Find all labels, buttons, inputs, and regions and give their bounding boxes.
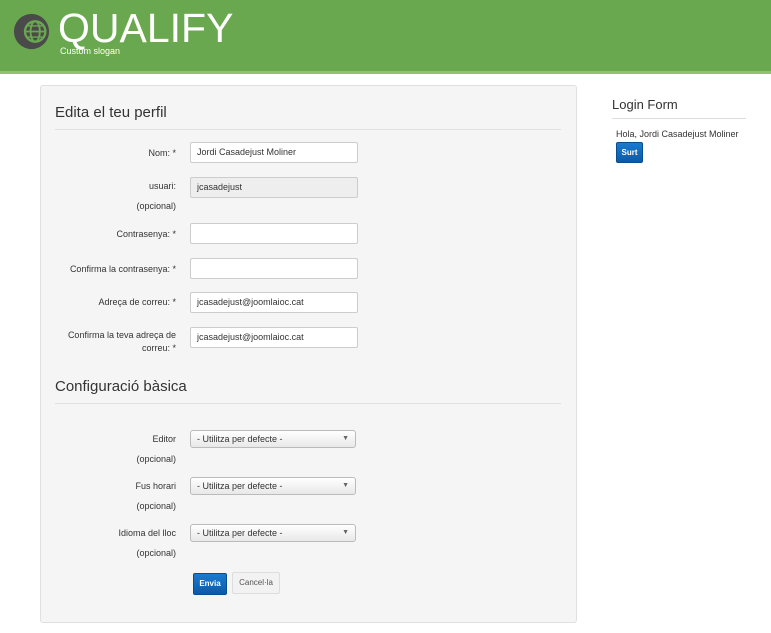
login-greeting: Hola, Jordi Casadejust Moliner bbox=[616, 129, 739, 139]
email-field[interactable]: jcasadejust@joomlaioc.cat bbox=[190, 292, 358, 313]
chevron-down-icon: ▼ bbox=[342, 435, 349, 442]
language-select-value: - Utilitza per defecte - bbox=[197, 528, 283, 538]
cancel-button[interactable]: Cancel·la bbox=[232, 572, 280, 594]
timezone-label-text: Fus horari bbox=[135, 481, 176, 491]
globe-icon[interactable] bbox=[13, 13, 50, 50]
site-header: QUALIFY Custom slogan bbox=[0, 0, 771, 74]
timezone-label: Fus horari (opcional) bbox=[135, 477, 176, 515]
password-label: Contrasenya: * bbox=[116, 229, 176, 239]
timezone-select-value: - Utilitza per defecte - bbox=[197, 481, 283, 491]
password-confirm-field[interactable] bbox=[190, 258, 358, 279]
profile-form-panel: Edita el teu perfil Nom: * Jordi Casadej… bbox=[40, 85, 577, 623]
language-optional-text: (opcional) bbox=[136, 548, 176, 558]
password-confirm-label: Confirma la contrasenya: * bbox=[69, 264, 176, 274]
chevron-down-icon: ▼ bbox=[342, 529, 349, 536]
profile-section-title: Edita el teu perfil bbox=[55, 104, 561, 130]
email-confirm-label-line1: Confirma la teva adreça de bbox=[67, 330, 176, 340]
name-label: Nom: * bbox=[148, 148, 176, 158]
site-logo-text[interactable]: QUALIFY bbox=[58, 4, 233, 52]
timezone-select[interactable]: - Utilitza per defecte - ▼ bbox=[190, 477, 356, 495]
editor-select-value: - Utilitza per defecte - bbox=[197, 434, 283, 444]
username-label-text: usuari: bbox=[148, 181, 176, 191]
email-confirm-label-line2: correu: * bbox=[141, 343, 176, 353]
name-field[interactable]: Jordi Casadejust Moliner bbox=[190, 142, 358, 163]
login-form-title: Login Form bbox=[612, 97, 746, 119]
password-field[interactable] bbox=[190, 223, 358, 244]
email-confirm-label: Confirma la teva adreça de correu: * bbox=[68, 329, 176, 355]
basic-settings-title: Configuració bàsica bbox=[55, 378, 561, 404]
chevron-down-icon: ▼ bbox=[342, 482, 349, 489]
language-label: Idioma del lloc (opcional) bbox=[118, 524, 176, 562]
language-select[interactable]: - Utilitza per defecte - ▼ bbox=[190, 524, 356, 542]
editor-optional-text: (opcional) bbox=[136, 454, 176, 464]
email-label: Adreça de correu: * bbox=[98, 297, 176, 307]
editor-label-text: Editor bbox=[152, 434, 176, 444]
site-slogan: Custom slogan bbox=[60, 46, 121, 56]
timezone-optional-text: (opcional) bbox=[136, 501, 176, 511]
username-field: jcasadejust bbox=[190, 177, 358, 198]
username-optional-text: (opcional) bbox=[136, 201, 176, 211]
editor-label: Editor (opcional) bbox=[136, 430, 176, 468]
submit-button[interactable]: Envia bbox=[193, 573, 227, 595]
language-label-text: Idioma del lloc bbox=[118, 528, 176, 538]
email-confirm-field[interactable]: jcasadejust@joomlaioc.cat bbox=[190, 327, 358, 348]
username-label: usuari: (opcional) bbox=[136, 177, 176, 215]
logout-button[interactable]: Surt bbox=[616, 142, 643, 163]
editor-select[interactable]: - Utilitza per defecte - ▼ bbox=[190, 430, 356, 448]
